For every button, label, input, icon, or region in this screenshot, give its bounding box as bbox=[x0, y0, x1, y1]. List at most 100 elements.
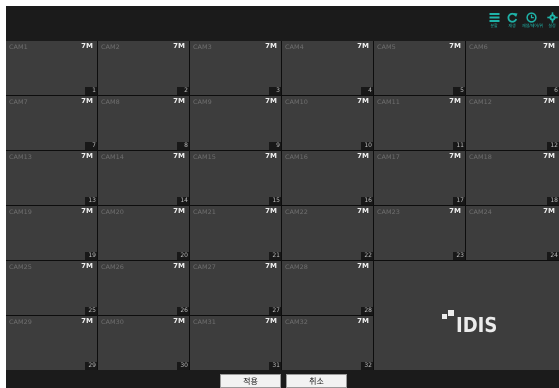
camera-name: CAM25 bbox=[9, 263, 32, 271]
camera-tile[interactable]: CAM5 7M 5 bbox=[374, 41, 465, 95]
camera-name: CAM3 bbox=[193, 43, 212, 51]
camera-name: CAM31 bbox=[193, 318, 216, 326]
camera-resolution: 7M bbox=[81, 152, 93, 160]
camera-number-badge: 17 bbox=[453, 197, 465, 205]
camera-resolution: 7M bbox=[81, 97, 93, 105]
camera-resolution: 7M bbox=[265, 262, 277, 270]
camera-resolution: 7M bbox=[357, 152, 369, 160]
camera-name: CAM32 bbox=[285, 318, 308, 326]
camera-resolution: 7M bbox=[173, 262, 185, 270]
camera-tile[interactable]: CAM7 7M 7 bbox=[6, 96, 97, 150]
camera-tile[interactable]: CAM28 7M 28 bbox=[282, 261, 373, 315]
camera-resolution: 7M bbox=[357, 262, 369, 270]
settings-label: 설정 bbox=[548, 23, 556, 28]
camera-tile[interactable]: CAM20 7M 20 bbox=[98, 206, 189, 260]
camera-resolution: 7M bbox=[543, 97, 555, 105]
camera-tile[interactable]: CAM14 7M 14 bbox=[98, 151, 189, 205]
camera-name: CAM5 bbox=[377, 43, 396, 51]
camera-tile[interactable]: CAM26 7M 26 bbox=[98, 261, 189, 315]
camera-tile[interactable]: CAM21 7M 21 bbox=[190, 206, 281, 260]
camera-resolution: 7M bbox=[81, 42, 93, 50]
camera-number-badge: 21 bbox=[269, 252, 281, 260]
camera-tile[interactable]: CAM12 7M 12 bbox=[466, 96, 559, 150]
apply-button[interactable]: 적용 bbox=[220, 374, 281, 388]
refresh-icon bbox=[507, 12, 517, 23]
camera-name: CAM23 bbox=[377, 208, 400, 216]
camera-number-badge: 32 bbox=[361, 362, 373, 370]
camera-name: CAM18 bbox=[469, 153, 492, 161]
camera-number-badge: 22 bbox=[361, 252, 373, 260]
camera-tile[interactable]: CAM4 7M 4 bbox=[282, 41, 373, 95]
camera-number-badge: 28 bbox=[361, 307, 373, 315]
camera-tile[interactable]: CAM19 7M 19 bbox=[6, 206, 97, 260]
logo-panel: IDIS bbox=[374, 261, 559, 370]
refresh-button[interactable]: 재생 bbox=[503, 12, 521, 34]
camera-number-badge: 3 bbox=[269, 87, 281, 95]
camera-resolution: 7M bbox=[449, 207, 461, 215]
camera-tile[interactable]: CAM13 7M 13 bbox=[6, 151, 97, 205]
camera-tile[interactable]: CAM29 7M 29 bbox=[6, 316, 97, 370]
refresh-label: 재생 bbox=[508, 23, 516, 28]
camera-tile[interactable]: CAM17 7M 17 bbox=[374, 151, 465, 205]
camera-resolution: 7M bbox=[357, 317, 369, 325]
camera-number-badge: 2 bbox=[177, 87, 189, 95]
camera-tile[interactable]: CAM18 7M 18 bbox=[466, 151, 559, 205]
camera-number-badge: 7 bbox=[85, 142, 97, 150]
camera-tile[interactable]: CAM6 7M 6 bbox=[466, 41, 559, 95]
camera-tile[interactable]: CAM31 7M 31 bbox=[190, 316, 281, 370]
camera-number-badge: 16 bbox=[361, 197, 373, 205]
cancel-button[interactable]: 취소 bbox=[286, 374, 347, 388]
camera-tile[interactable]: CAM25 7M 25 bbox=[6, 261, 97, 315]
camera-resolution: 7M bbox=[357, 97, 369, 105]
playback-control-button[interactable]: 재생/제어/위 bbox=[522, 12, 544, 34]
camera-tile[interactable]: CAM11 7M 11 bbox=[374, 96, 465, 150]
camera-tile[interactable]: CAM10 7M 10 bbox=[282, 96, 373, 150]
camera-tile[interactable]: CAM30 7M 30 bbox=[98, 316, 189, 370]
camera-number-badge: 24 bbox=[547, 252, 559, 260]
camera-name: CAM29 bbox=[9, 318, 32, 326]
camera-name: CAM16 bbox=[285, 153, 308, 161]
playback-control-label: 재생/제어/위 bbox=[522, 23, 544, 28]
camera-resolution: 7M bbox=[265, 42, 277, 50]
layout-button[interactable]: 분할 bbox=[485, 12, 503, 34]
camera-resolution: 7M bbox=[173, 152, 185, 160]
camera-grid: CAM1 7M 1 CAM2 7M 2 CAM3 7M 3 CAM4 7M 4 CAM5 7M 5 CAM6 7… bbox=[6, 41, 559, 370]
camera-name: CAM19 bbox=[9, 208, 32, 216]
camera-number-badge: 10 bbox=[361, 142, 373, 150]
camera-name: CAM1 bbox=[9, 43, 28, 51]
camera-number-badge: 14 bbox=[177, 197, 189, 205]
camera-name: CAM7 bbox=[9, 98, 28, 106]
camera-tile[interactable]: CAM22 7M 22 bbox=[282, 206, 373, 260]
camera-number-badge: 18 bbox=[547, 197, 559, 205]
camera-name: CAM15 bbox=[193, 153, 216, 161]
camera-tile[interactable]: CAM9 7M 9 bbox=[190, 96, 281, 150]
camera-tile[interactable]: CAM27 7M 27 bbox=[190, 261, 281, 315]
camera-tile[interactable]: CAM16 7M 16 bbox=[282, 151, 373, 205]
camera-number-badge: 12 bbox=[547, 142, 559, 150]
camera-name: CAM27 bbox=[193, 263, 216, 271]
camera-number-badge: 1 bbox=[85, 87, 97, 95]
layout-icon bbox=[489, 13, 499, 22]
camera-number-badge: 26 bbox=[177, 307, 189, 315]
footer: 적용 취소 bbox=[6, 370, 559, 388]
camera-name: CAM22 bbox=[285, 208, 308, 216]
camera-resolution: 7M bbox=[81, 207, 93, 215]
camera-name: CAM14 bbox=[101, 153, 124, 161]
camera-resolution: 7M bbox=[81, 317, 93, 325]
camera-number-badge: 5 bbox=[453, 87, 465, 95]
camera-resolution: 7M bbox=[265, 97, 277, 105]
camera-tile[interactable]: CAM3 7M 3 bbox=[190, 41, 281, 95]
camera-resolution: 7M bbox=[173, 317, 185, 325]
camera-tile[interactable]: CAM1 7M 1 bbox=[6, 41, 97, 95]
camera-number-badge: 11 bbox=[453, 142, 465, 150]
camera-resolution: 7M bbox=[265, 317, 277, 325]
camera-tile[interactable]: CAM8 7M 8 bbox=[98, 96, 189, 150]
camera-tile[interactable]: CAM2 7M 2 bbox=[98, 41, 189, 95]
camera-tile[interactable]: CAM32 7M 32 bbox=[282, 316, 373, 370]
camera-tile[interactable]: CAM24 7M 24 bbox=[466, 206, 559, 260]
camera-tile[interactable]: CAM15 7M 15 bbox=[190, 151, 281, 205]
camera-number-badge: 8 bbox=[177, 142, 189, 150]
camera-number-badge: 6 bbox=[547, 87, 559, 95]
settings-button[interactable]: 설정 bbox=[543, 12, 559, 34]
camera-tile[interactable]: CAM23 7M 23 bbox=[374, 206, 465, 260]
